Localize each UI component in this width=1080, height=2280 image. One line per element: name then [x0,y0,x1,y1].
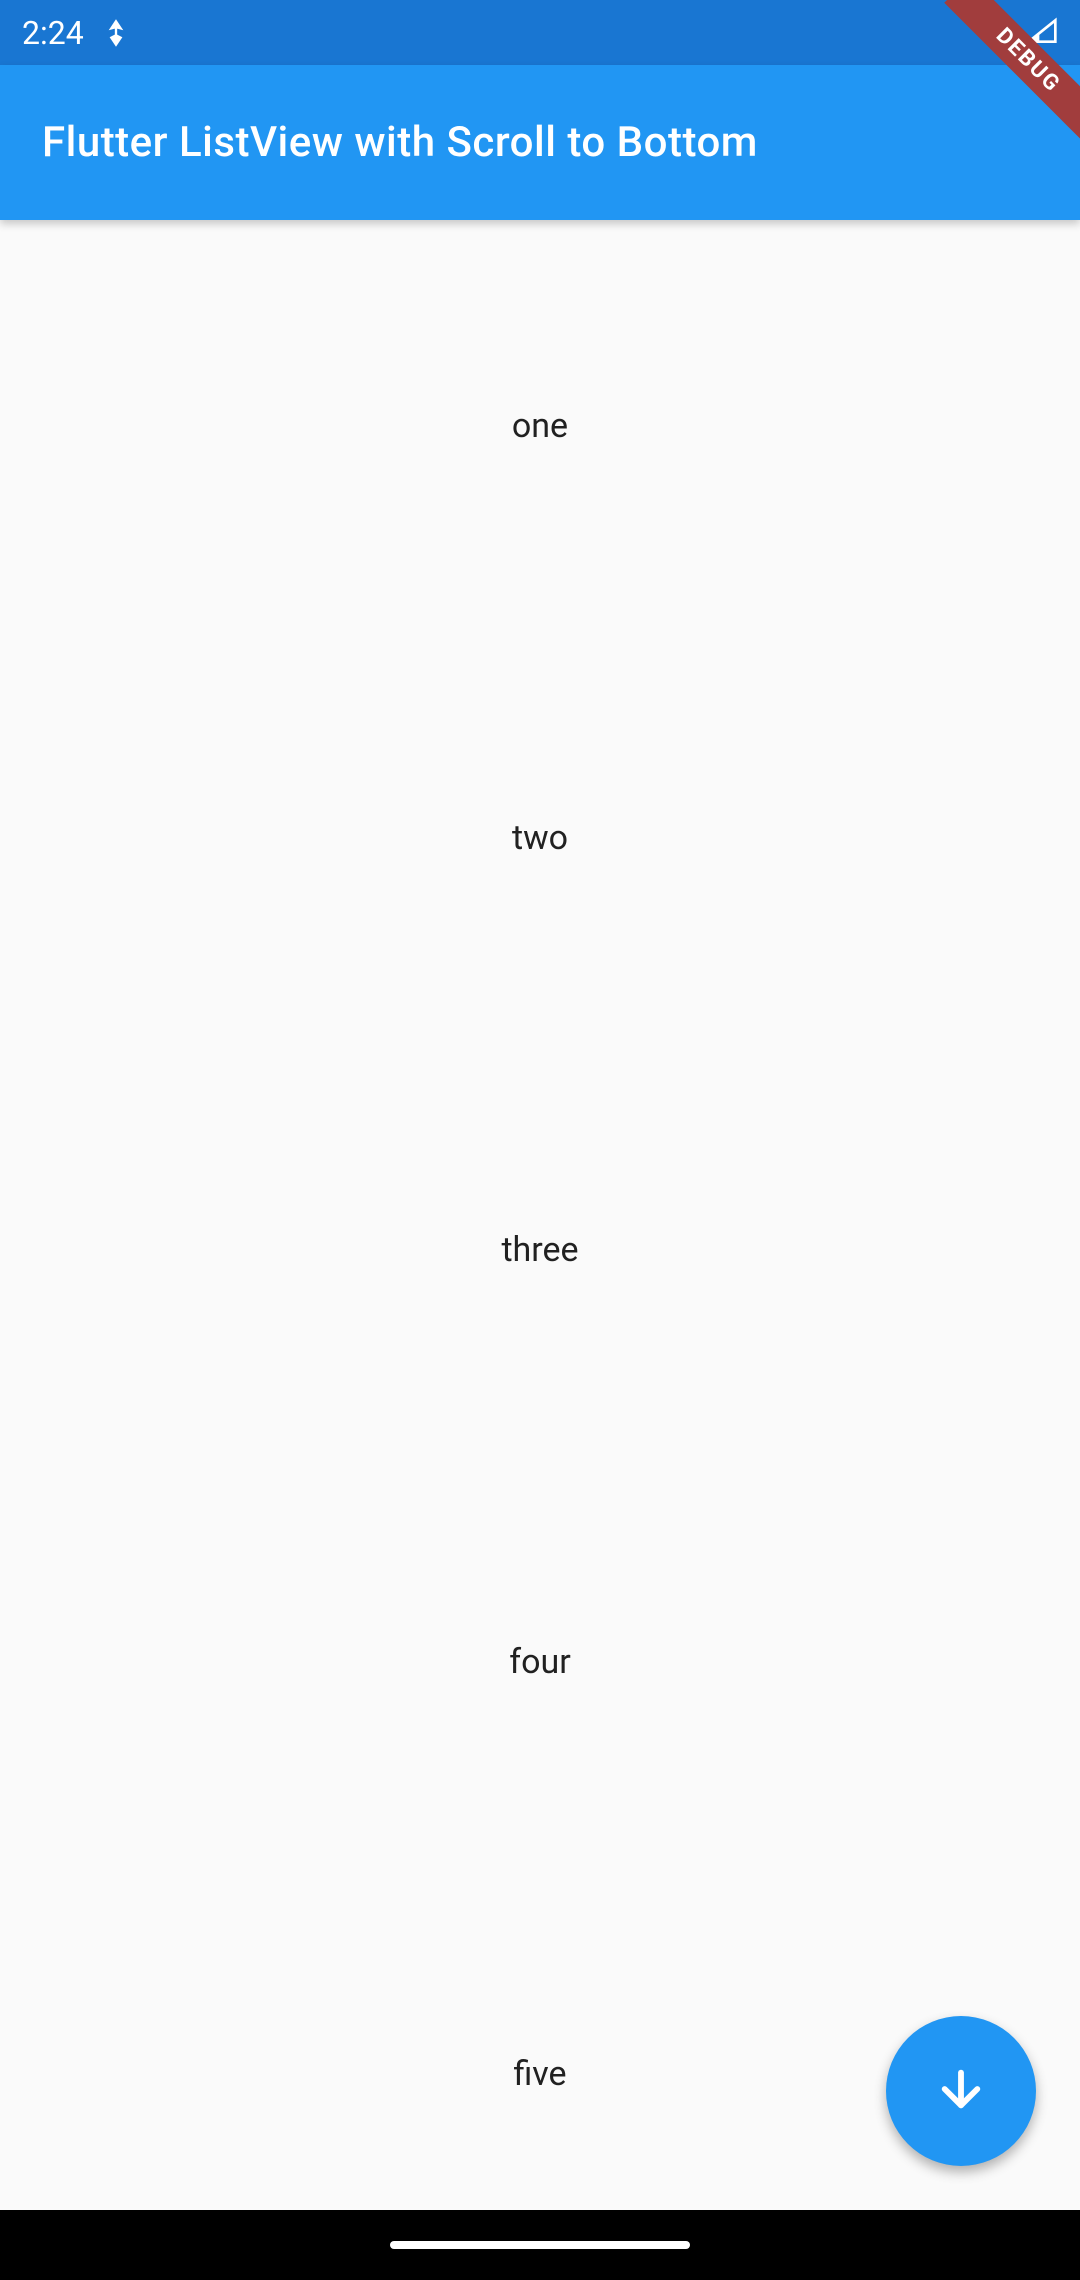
list-item: three [0,1044,1080,1456]
status-right [984,17,1058,49]
app-title: Flutter ListView with Scroll to Bottom [42,118,758,167]
list-item-label: five [513,2054,566,2094]
list-item: one [0,220,1080,632]
listview[interactable]: one two three four five [0,220,1080,2210]
list-item-label: two [512,818,568,858]
list-item: four [0,1456,1080,1868]
scroll-to-bottom-button[interactable] [886,2016,1036,2166]
navigation-bar [0,2210,1080,2280]
list-item-label: one [512,406,568,446]
wifi-icon [984,17,1018,49]
content-area: one two three four five [0,220,1080,2210]
app-bar: Flutter ListView with Scroll to Bottom [0,65,1080,220]
status-time: 2:24 [22,14,84,52]
status-bar: 2:24 [0,0,1080,65]
location-icon [102,19,130,47]
list-item-label: four [509,1642,570,1682]
status-left: 2:24 [22,14,130,52]
nav-handle[interactable] [390,2241,690,2249]
cellular-icon [1026,17,1058,49]
arrow-down-icon [933,2061,989,2121]
list-item-label: three [501,1230,578,1270]
list-item: two [0,632,1080,1044]
